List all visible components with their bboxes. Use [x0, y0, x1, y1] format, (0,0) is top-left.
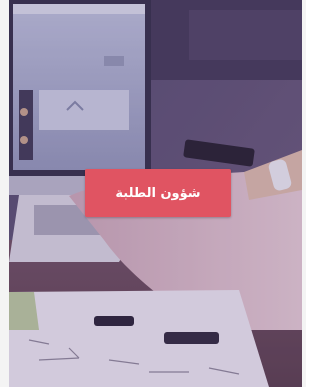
right-border — [302, 0, 306, 387]
student-affairs-card[interactable]: شؤون الطلبة — [0, 0, 306, 387]
left-border — [0, 0, 9, 387]
student-affairs-label: شؤون الطلبة — [115, 185, 201, 201]
student-affairs-button[interactable]: شؤون الطلبة — [85, 169, 231, 217]
